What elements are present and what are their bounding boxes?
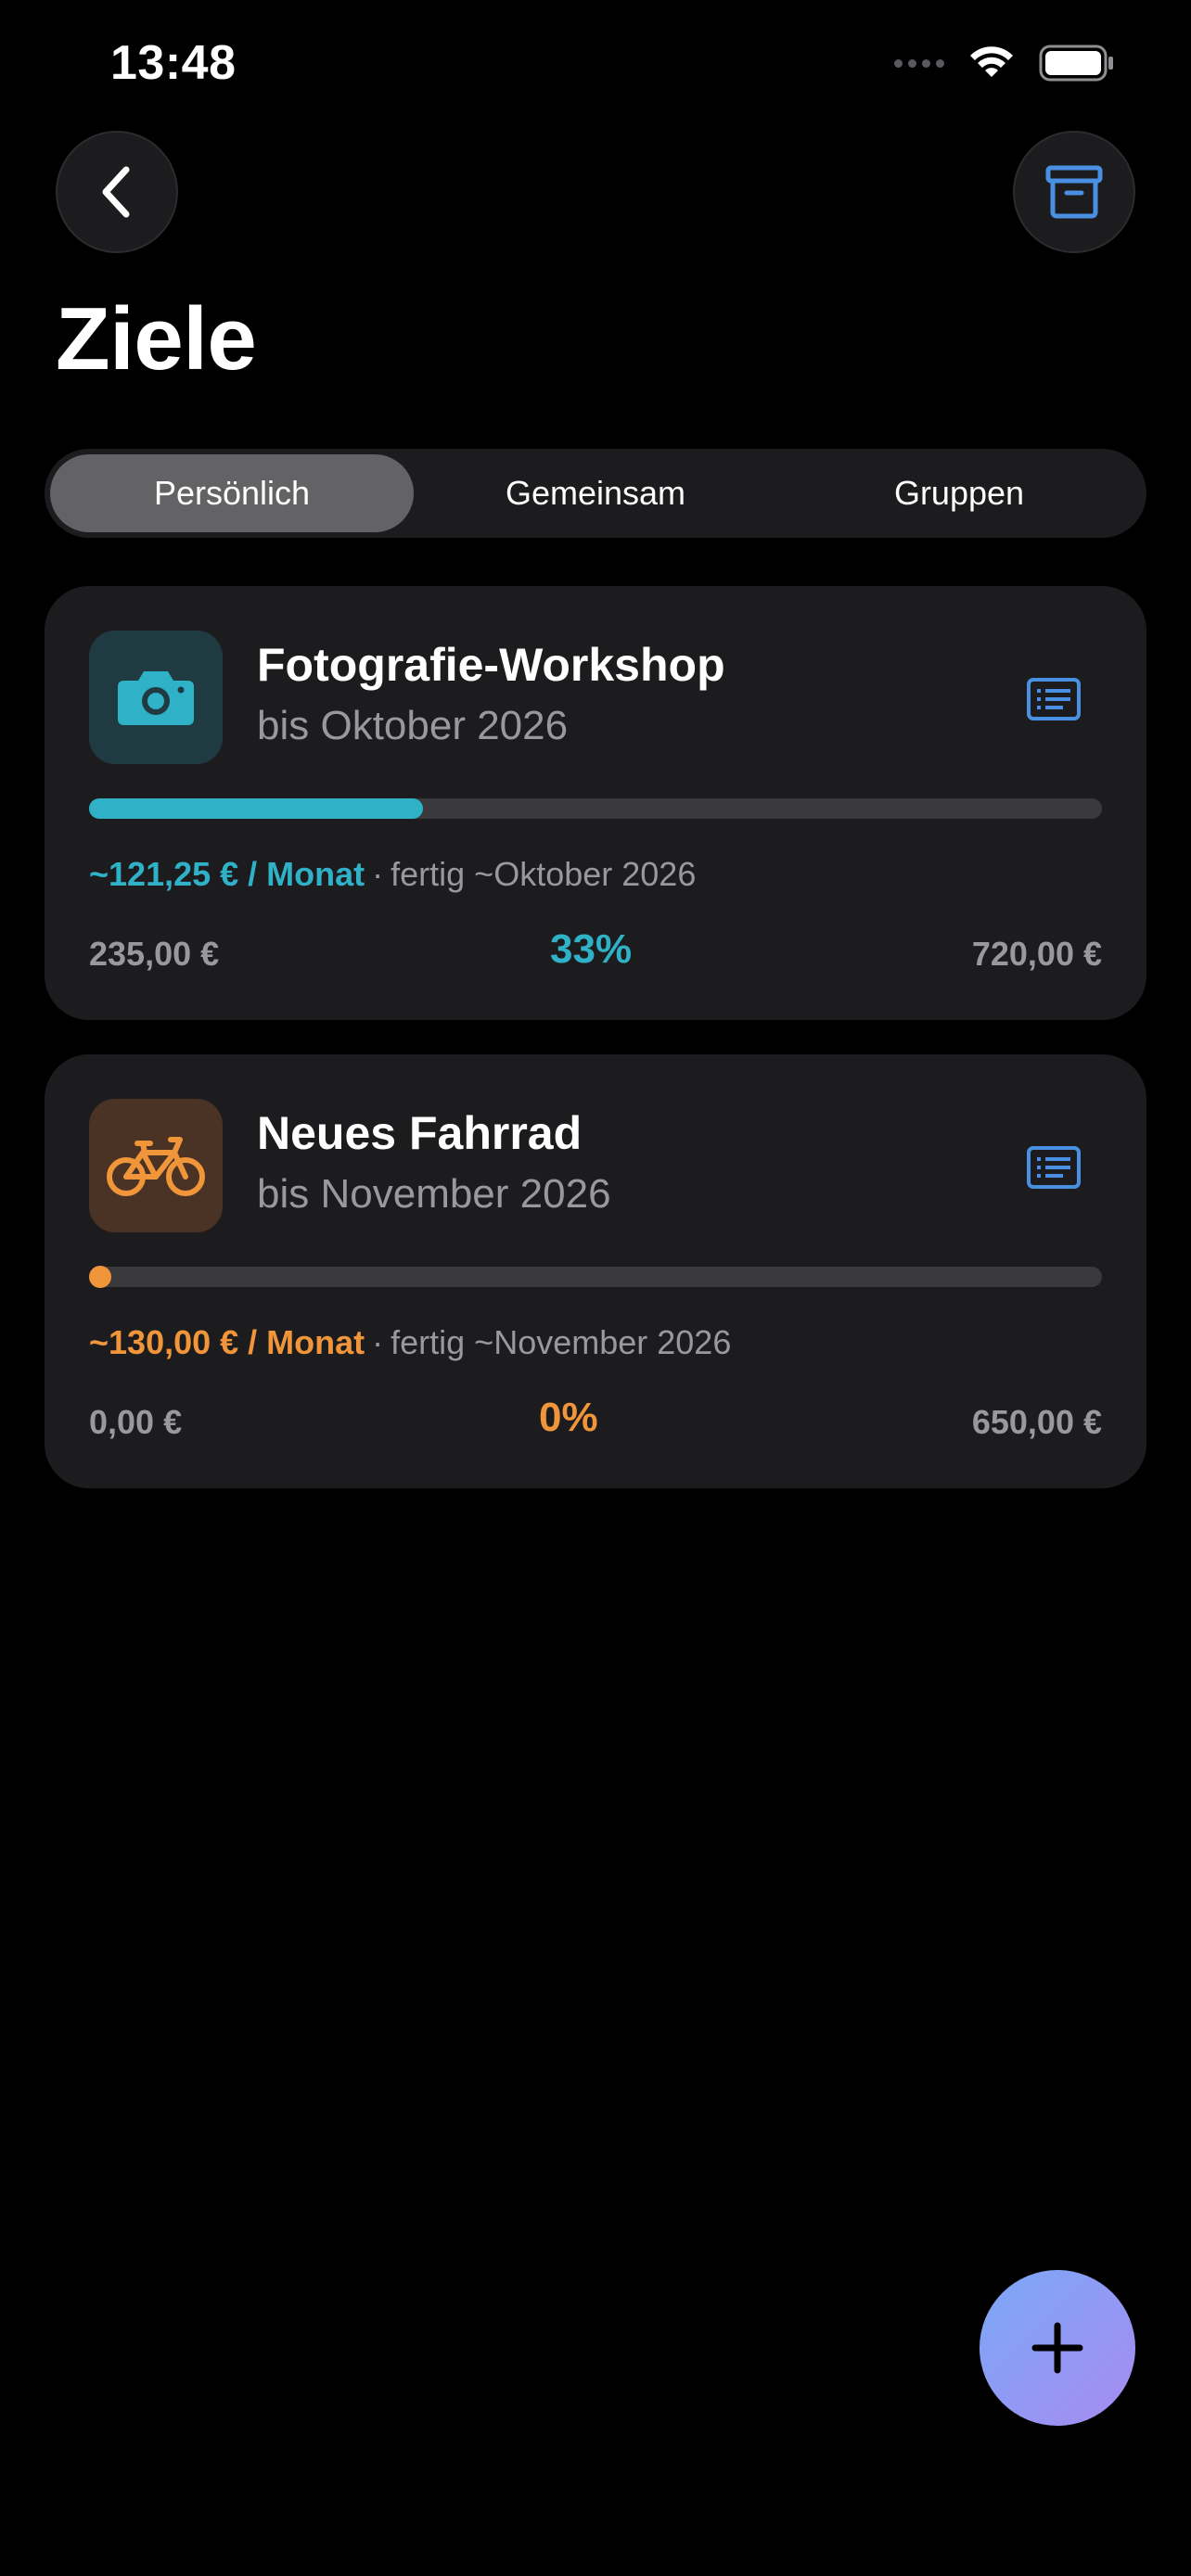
page-title: Ziele	[56, 289, 257, 389]
goal-card[interactable]: Neues Fahrrad bis November 2026 ~130,00 …	[45, 1054, 1146, 1488]
goal-title: Neues Fahrrad	[257, 1107, 583, 1159]
progress-fill	[89, 798, 424, 819]
wifi-icon	[970, 46, 1013, 77]
savings-rate-line: ~130,00 € / Monat · fertig ~November 2026	[89, 1323, 731, 1362]
target-amount: 650,00 €	[971, 1403, 1102, 1441]
archive-box-icon	[1045, 165, 1103, 219]
goal-deadline: bis Oktober 2026	[257, 703, 569, 748]
list-details-icon	[1027, 678, 1081, 721]
completion-estimate: fertig ~Oktober 2026	[391, 855, 697, 893]
savings-rate-line: ~121,25 € / Monat · fertig ~Oktober 2026	[89, 855, 696, 894]
tab-personal[interactable]: Persönlich	[50, 454, 414, 532]
progress-percent: 33%	[550, 926, 633, 972]
tab-shared[interactable]: Gemeinsam	[414, 454, 777, 532]
battery-icon	[1039, 45, 1113, 82]
goal-type-tabs: Persönlich Gemeinsam Gruppen	[45, 449, 1146, 538]
goal-title: Fotografie-Workshop	[257, 639, 725, 691]
completion-estimate: fertig ~November 2026	[391, 1323, 732, 1361]
separator: ·	[372, 855, 384, 893]
status-time: 13:48	[110, 36, 237, 90]
goal-icon-tile	[89, 1099, 223, 1232]
back-button[interactable]	[56, 131, 178, 253]
goal-details-button[interactable]	[1024, 1141, 1083, 1193]
add-goal-button[interactable]	[980, 2270, 1135, 2426]
separator: ·	[372, 1323, 384, 1361]
status-icons	[894, 45, 1115, 82]
plus-icon	[1031, 2322, 1083, 2374]
bicycle-icon	[107, 1137, 205, 1196]
goal-progress-bar	[89, 1266, 1102, 1288]
saved-amount: 0,00 €	[89, 1403, 183, 1441]
cellular-signal-icon	[894, 58, 944, 68]
goal-details-button[interactable]	[1024, 673, 1083, 725]
target-amount: 720,00 €	[971, 935, 1102, 973]
chevron-left-icon	[102, 166, 130, 218]
goal-icon-tile	[89, 631, 223, 764]
tab-groups[interactable]: Gruppen	[777, 454, 1141, 532]
saved-amount: 235,00 €	[89, 935, 220, 973]
monthly-rate: ~130,00 € / Monat	[89, 1323, 365, 1361]
goal-card[interactable]: Fotografie-Workshop bis Oktober 2026 ~12…	[45, 586, 1146, 1020]
monthly-rate: ~121,25 € / Monat	[89, 855, 365, 893]
camera-icon	[118, 671, 194, 725]
list-details-icon	[1027, 1146, 1081, 1189]
goals-screen: 13:48 Ziele Persönlich Gemeinsam Gruppen…	[0, 0, 1191, 2576]
goal-progress-bar	[89, 798, 1102, 819]
progress-percent: 0%	[539, 1395, 598, 1440]
progress-start-dot	[89, 1266, 111, 1288]
goal-deadline: bis November 2026	[257, 1171, 611, 1217]
archive-button[interactable]	[1013, 131, 1135, 253]
